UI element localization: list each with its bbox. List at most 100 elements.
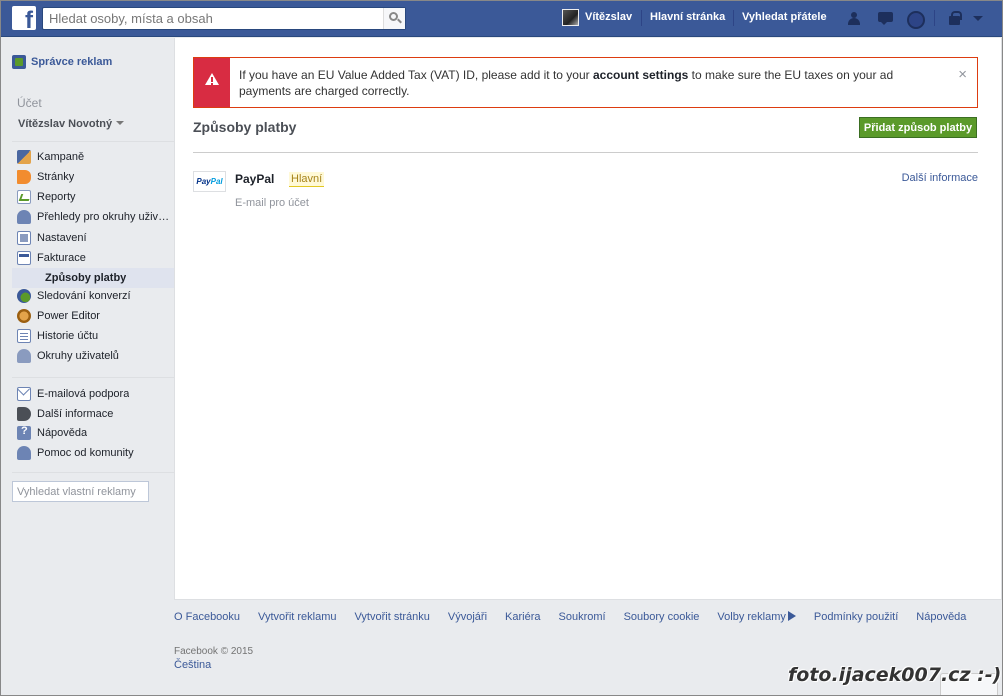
page-title: Způsoby platby bbox=[193, 119, 297, 135]
footer-link-developers[interactable]: Vývojáři bbox=[448, 611, 487, 623]
people-icon bbox=[17, 210, 31, 224]
sidebar-item-label: Historie účtu bbox=[37, 330, 99, 342]
logo-letter: f bbox=[25, 7, 33, 34]
account-section-title: Účet bbox=[17, 96, 42, 110]
sidebar-item-help[interactable]: Nápověda bbox=[12, 423, 174, 443]
sidebar-item-email-support[interactable]: E-mailová podpora bbox=[12, 384, 174, 404]
main-panel: If you have an EU Value Added Tax (VAT) … bbox=[174, 38, 1002, 600]
paypal-logo-part1: Pay bbox=[196, 177, 211, 186]
sidebar-divider bbox=[12, 377, 174, 378]
copyright: Facebook © 2015 bbox=[174, 646, 254, 657]
alert-text-before: If you have an EU Value Added Tax (VAT) … bbox=[239, 68, 593, 82]
facebook-logo-icon[interactable]: f bbox=[12, 6, 36, 34]
privacy-shortcuts-icon[interactable] bbox=[945, 10, 963, 26]
sidebar-item-label: Okruhy uživatelů bbox=[37, 350, 119, 362]
ads-manager-icon bbox=[12, 55, 26, 69]
footer-link-privacy[interactable]: Soukromí bbox=[559, 611, 606, 623]
ads-search-input[interactable] bbox=[13, 482, 148, 501]
sidebar-item-audience-insights[interactable]: Přehledy pro okruhy uživatelů bbox=[12, 207, 174, 227]
sidebar-item-label: Fakturace bbox=[37, 252, 86, 264]
add-payment-method-button[interactable]: Přidat způsob platby bbox=[859, 117, 977, 138]
power-editor-icon bbox=[17, 309, 31, 323]
warning-icon-mark bbox=[211, 77, 213, 82]
language-link[interactable]: Čeština bbox=[174, 659, 211, 671]
ads-manager-header[interactable]: Správce reklam bbox=[12, 55, 112, 69]
sidebar-item-settings[interactable]: Nastavení bbox=[12, 228, 174, 248]
megaphone-icon bbox=[17, 150, 31, 164]
account-selector[interactable]: Vítězslav Novotný bbox=[18, 118, 125, 130]
avatar[interactable] bbox=[562, 9, 579, 26]
sidebar-item-label: Nápověda bbox=[37, 427, 88, 439]
sidebar-item-label: Stránky bbox=[37, 171, 75, 183]
payment-method-name: PayPal bbox=[235, 172, 275, 186]
ads-search-box bbox=[12, 481, 149, 502]
footer-link-about[interactable]: O Facebooku bbox=[174, 611, 240, 623]
footer-link-ad-choices[interactable]: Volby reklamy bbox=[717, 611, 796, 623]
history-icon bbox=[17, 329, 31, 343]
audience-icon bbox=[17, 349, 31, 363]
sidebar: Správce reklam Účet Vítězslav Novotný Ka… bbox=[0, 38, 174, 558]
sidebar-item-label: Způsoby platby bbox=[45, 272, 127, 284]
payment-method-row: PayPal PayPal Hlavní E-mail pro účet Dal… bbox=[193, 170, 978, 220]
sidebar-item-label: E-mailová podpora bbox=[37, 388, 130, 400]
sidebar-item-label: Reporty bbox=[37, 191, 76, 203]
sidebar-item-reports[interactable]: Reporty bbox=[12, 187, 174, 207]
vat-alert: If you have an EU Value Added Tax (VAT) … bbox=[193, 57, 978, 108]
paypal-logo-icon: PayPal bbox=[193, 171, 226, 192]
close-icon[interactable]: × bbox=[958, 66, 967, 83]
search-icon-handle bbox=[397, 18, 402, 24]
flag-icon bbox=[17, 170, 31, 184]
search-button[interactable] bbox=[383, 8, 405, 29]
sidebar-item-pages[interactable]: Stránky bbox=[12, 167, 174, 187]
sidebar-item-account-history[interactable]: Historie účtu bbox=[12, 326, 174, 346]
nav-divider bbox=[641, 10, 642, 26]
settings-icon bbox=[17, 231, 31, 245]
footer-link-create-page[interactable]: Vytvořit stránku bbox=[355, 611, 430, 623]
sidebar-divider bbox=[12, 141, 174, 142]
sidebar-item-campaigns[interactable]: Kampaně bbox=[12, 147, 174, 167]
footer-link-create-ad[interactable]: Vytvořit reklamu bbox=[258, 611, 336, 623]
payment-method-subtitle: E-mail pro účet bbox=[235, 197, 309, 209]
ad-choices-label: Volby reklamy bbox=[717, 611, 786, 623]
messages-icon[interactable] bbox=[877, 10, 895, 26]
more-info-link[interactable]: Další informace bbox=[902, 172, 978, 184]
sidebar-item-conversion-tracking[interactable]: Sledování konverzí bbox=[12, 286, 174, 306]
alert-message: If you have an EU Value Added Tax (VAT) … bbox=[239, 67, 939, 99]
warning-icon-dot bbox=[211, 83, 213, 85]
sidebar-item-label: Nastavení bbox=[37, 232, 87, 244]
account-menu-icon[interactable] bbox=[969, 10, 987, 26]
home-link[interactable]: Hlavní stránka bbox=[650, 11, 725, 23]
footer-link-cookies[interactable]: Soubory cookie bbox=[624, 611, 700, 623]
sidebar-item-audiences[interactable]: Okruhy uživatelů bbox=[12, 346, 174, 366]
footer-link-terms[interactable]: Podmínky použití bbox=[814, 611, 898, 623]
nav-divider bbox=[733, 10, 734, 26]
ads-manager-label: Správce reklam bbox=[31, 56, 113, 68]
sidebar-item-payment-methods[interactable]: Způsoby platby bbox=[12, 268, 174, 288]
sidebar-item-label: Kampaně bbox=[37, 151, 85, 163]
ad-choices-icon bbox=[787, 611, 796, 621]
watermark: foto.ijacek007.cz :-) bbox=[788, 664, 1002, 686]
community-icon bbox=[17, 446, 31, 460]
primary-badge: Hlavní bbox=[289, 172, 325, 187]
footer-link-help[interactable]: Nápověda bbox=[916, 611, 966, 623]
sidebar-item-label: Sledování konverzí bbox=[37, 290, 131, 302]
info-icon bbox=[17, 407, 31, 421]
find-friends-link[interactable]: Vyhledat přátele bbox=[742, 11, 827, 23]
footer-links: O Facebooku Vytvořit reklamu Vytvořit st… bbox=[174, 611, 1002, 623]
profile-link[interactable]: Vítězslav bbox=[585, 11, 632, 23]
top-bar: f Vítězslav Hlavní stránka Vyhledat přát… bbox=[0, 0, 1003, 37]
sidebar-item-community-help[interactable]: Pomoc od komunity bbox=[12, 443, 174, 463]
chart-icon bbox=[17, 190, 31, 204]
alert-sidebar bbox=[194, 58, 230, 107]
paypal-logo-part2: Pal bbox=[210, 177, 223, 186]
friend-requests-icon[interactable] bbox=[848, 10, 866, 26]
title-divider bbox=[193, 152, 978, 153]
sidebar-item-learn-more[interactable]: Další informace bbox=[12, 404, 174, 424]
notifications-icon[interactable] bbox=[905, 10, 925, 29]
account-settings-link[interactable]: account settings bbox=[593, 68, 688, 82]
sidebar-item-power-editor[interactable]: Power Editor bbox=[12, 306, 174, 326]
footer-link-careers[interactable]: Kariéra bbox=[505, 611, 540, 623]
sidebar-item-billing[interactable]: Fakturace bbox=[12, 248, 174, 268]
sidebar-item-label: Další informace bbox=[37, 408, 114, 420]
search-input[interactable] bbox=[43, 8, 383, 29]
